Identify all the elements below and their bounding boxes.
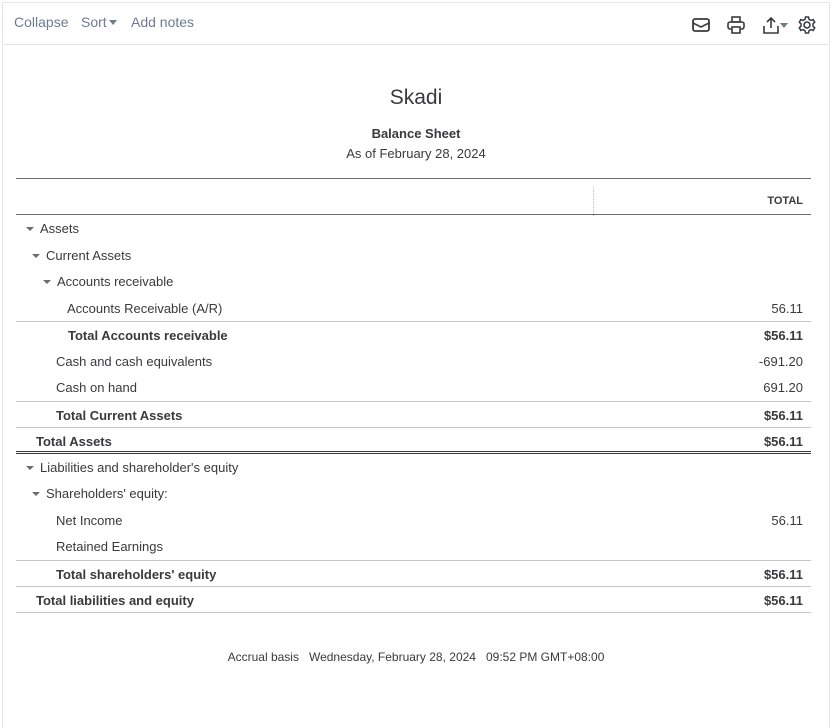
row-label-text: Shareholders' equity:	[46, 486, 168, 501]
collapse-arrow-icon[interactable]	[26, 227, 34, 231]
group-row: Liabilities and shareholder's equity	[16, 454, 811, 481]
group-row: Assets	[16, 215, 811, 242]
row-label: Total liabilities and equity	[36, 593, 194, 608]
collapse-arrow-icon[interactable]	[32, 492, 40, 496]
row-value[interactable]: $56.11	[764, 408, 803, 423]
balance-sheet-table: TOTAL Assets Current Assets Accounts recei…	[16, 178, 811, 613]
row-label: Retained Earnings	[56, 539, 163, 554]
table-row: Accounts Receivable (A/R) 56.11	[16, 295, 811, 322]
email-icon[interactable]	[691, 15, 711, 35]
row-value[interactable]: $56.11	[764, 593, 803, 608]
row-label-text: Total Accounts receivable	[68, 328, 228, 343]
row-value[interactable]: $56.11	[764, 434, 803, 449]
row-label: Accounts receivable	[43, 274, 173, 289]
row-label: Accounts Receivable (A/R)	[67, 301, 222, 316]
row-value[interactable]: 56.11	[771, 513, 803, 528]
row-label-text: Retained Earnings	[56, 539, 163, 554]
total-row: Total liabilities and equity $56.11	[16, 586, 811, 613]
add-notes-button[interactable]: Add notes	[131, 14, 194, 30]
row-label: Total Current Assets	[56, 408, 182, 423]
row-label: Net Income	[56, 513, 122, 528]
sort-label: Sort	[81, 14, 107, 30]
sort-button[interactable]: Sort	[81, 14, 117, 30]
total-row: Total shareholders' equity $56.11	[16, 559, 811, 587]
collapse-arrow-icon[interactable]	[26, 465, 34, 470]
row-label-text: Accounts receivable	[57, 274, 174, 289]
row-label: Liabilities and shareholder's equity	[26, 460, 238, 475]
row-label-text: Total Current Assets	[56, 407, 183, 423]
table-body: Assets Current Assets Accounts receivable A…	[16, 215, 811, 613]
row-label-text: Total Assets	[36, 434, 112, 449]
row-label: Total Accounts receivable	[68, 328, 228, 343]
group-row: Accounts receivable	[16, 268, 811, 295]
row-value[interactable]: $56.11	[764, 328, 803, 343]
row-label: Total Assets	[36, 434, 112, 449]
row-label-text: Net Income	[56, 512, 123, 528]
company-name: Skadi	[389, 86, 443, 109]
report-footer: Accrual basis Wednesday, February 28, 20…	[227, 650, 605, 664]
row-label-text: Accounts Receivable (A/R)	[67, 300, 223, 316]
table-row: Cash and cash equivalents -691.20	[16, 348, 811, 375]
settings-gear-icon[interactable]	[797, 15, 817, 35]
row-label-text: Assets	[40, 221, 80, 236]
table-row: Retained Earnings	[16, 533, 811, 560]
table-header: TOTAL	[16, 178, 811, 216]
table-row: Cash on hand 691.20	[16, 374, 811, 401]
print-icon[interactable]	[726, 15, 746, 35]
row-label-text: Cash and cash equivalents	[56, 353, 213, 369]
report-title: Balance Sheet	[371, 126, 461, 141]
row-value[interactable]: -691.20	[759, 354, 803, 369]
column-header-total: TOTAL	[767, 195, 803, 207]
row-label-text: Cash on hand	[56, 380, 137, 395]
column-divider	[593, 187, 594, 216]
collapse-arrow-icon[interactable]	[32, 253, 40, 258]
chevron-down-icon	[108, 20, 117, 25]
row-label-text: Liabilities and shareholder's equity	[40, 459, 239, 475]
group-row: Shareholders' equity:	[16, 480, 811, 507]
total-row: Total Accounts receivable $56.11	[16, 321, 811, 348]
row-label: Shareholders' equity:	[32, 486, 168, 501]
table-row: Net Income 56.11	[16, 507, 811, 534]
row-label: Assets	[26, 221, 79, 236]
group-row: Current Assets	[16, 242, 811, 269]
export-icon[interactable]	[761, 15, 789, 35]
toolbar: Collapse Sort Add notes	[3, 3, 829, 45]
row-value[interactable]: 56.11	[771, 301, 803, 316]
row-label-text: Total liabilities and equity	[36, 593, 194, 608]
collapse-button[interactable]: Collapse	[14, 14, 68, 30]
row-label: Cash on hand	[56, 380, 137, 395]
total-row: Total Current Assets $56.11	[16, 400, 811, 428]
row-label: Total shareholders' equity	[56, 567, 216, 582]
row-label: Current Assets	[32, 248, 131, 263]
row-label: Cash and cash equivalents	[56, 354, 212, 369]
total-row: Total Assets $56.11	[16, 427, 811, 454]
row-label-text: Current Assets	[46, 247, 132, 263]
row-value[interactable]: $56.11	[764, 567, 803, 582]
collapse-arrow-icon[interactable]	[43, 280, 51, 284]
row-value[interactable]: 691.20	[763, 380, 803, 395]
report-date: As of February 28, 2024	[346, 146, 486, 161]
row-label-text: Total shareholders' equity	[56, 566, 217, 582]
